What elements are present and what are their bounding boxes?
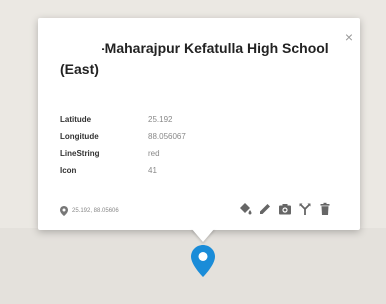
edit-button[interactable] bbox=[256, 200, 274, 218]
paint-bucket-icon bbox=[240, 203, 252, 215]
property-value: red bbox=[148, 149, 160, 158]
info-window: -Maharajpur Kefatulla High School (East)… bbox=[38, 18, 360, 230]
directions-button[interactable] bbox=[296, 200, 314, 218]
style-button[interactable] bbox=[236, 200, 254, 218]
map-pin-icon[interactable] bbox=[190, 244, 216, 278]
property-key: Icon bbox=[60, 166, 77, 175]
property-value: 25.192 bbox=[148, 115, 173, 124]
property-row: Longitude 88.056067 bbox=[60, 128, 186, 145]
property-key: Latitude bbox=[60, 115, 92, 124]
add-photo-button[interactable] bbox=[276, 200, 294, 218]
coordinates-readout: 25.192, 88.05606 bbox=[60, 206, 119, 216]
route-icon bbox=[299, 203, 311, 215]
property-row: LineString red bbox=[60, 145, 186, 162]
close-button[interactable]: × bbox=[342, 30, 356, 44]
camera-icon bbox=[279, 204, 291, 215]
pencil-icon bbox=[260, 204, 270, 214]
redacted-title-prefix bbox=[56, 38, 102, 58]
property-value: 41 bbox=[148, 166, 157, 175]
feature-properties: Latitude 25.192 Longitude 88.056067 Line… bbox=[60, 111, 186, 179]
property-row: Latitude 25.192 bbox=[60, 111, 186, 128]
property-key: Longitude bbox=[60, 132, 99, 141]
info-window-pointer bbox=[191, 228, 215, 242]
property-value: 88.056067 bbox=[148, 132, 186, 141]
delete-button[interactable] bbox=[316, 200, 334, 218]
feature-toolbar bbox=[234, 200, 334, 218]
property-row: Icon 41 bbox=[60, 162, 186, 179]
trash-icon bbox=[320, 202, 330, 215]
location-pin-icon bbox=[60, 206, 68, 216]
coordinates-text: 25.192, 88.05606 bbox=[72, 208, 119, 214]
property-key: LineString bbox=[60, 149, 100, 158]
map-canvas[interactable]: -Maharajpur Kefatulla High School (East)… bbox=[0, 0, 386, 304]
